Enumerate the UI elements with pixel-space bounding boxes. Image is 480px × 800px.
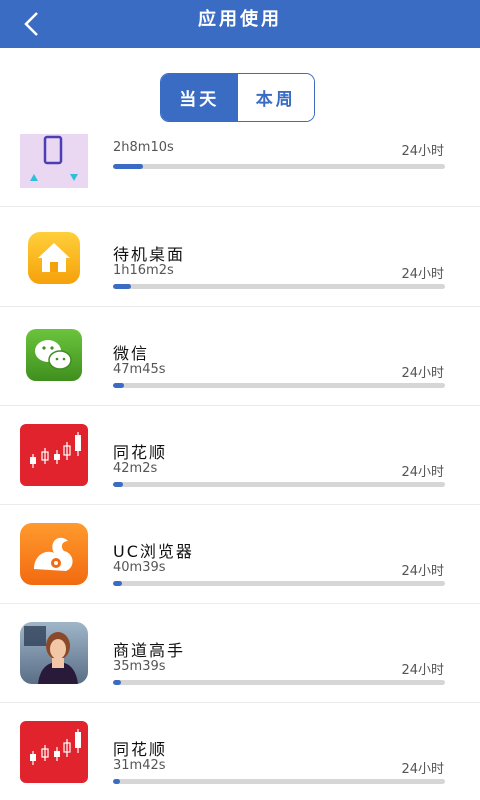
shangdao-game-icon [20,622,88,684]
usage-time: 40m39s [113,560,166,575]
tonghuashun-icon [20,424,88,486]
app-name: 同花顺 [113,443,168,462]
wechat-icon [26,329,82,381]
usage-time: 42m2s [113,461,158,476]
usage-progress-fill [113,383,124,388]
usage-time: 31m42s [113,758,166,773]
usage-max: 24小时 [401,267,444,282]
usage-progress-bar [113,383,445,388]
usage-progress-bar [113,164,445,169]
usage-max: 24小时 [401,366,444,381]
app-usage-list[interactable]: 2h8m10s 24小时 待机桌面 1h16m2s 24小时 微信 47m45s… [0,134,480,800]
tab-this-week[interactable]: 本周 [237,74,314,121]
usage-max: 24小时 [401,564,444,579]
tab-today[interactable]: 当天 [161,74,238,121]
usage-time: 47m45s [113,362,166,377]
list-item[interactable]: 2h8m10s 24小时 [0,134,480,207]
home-launcher-icon [28,232,80,284]
usage-max: 24小时 [401,465,444,480]
app-header: 应用使用 [0,0,480,48]
usage-max: 24小时 [401,144,444,159]
app-name: UC浏览器 [113,542,194,561]
usage-max: 24小时 [401,762,444,777]
usage-progress-bar [113,779,445,784]
period-toggle: 当天 本周 [160,73,315,122]
app-name: 微信 [113,344,150,363]
list-item[interactable]: 微信 47m45s 24小时 [0,307,480,406]
list-item[interactable]: 同花顺 31m42s 24小时 [0,703,480,800]
usage-progress-bar [113,680,445,685]
usage-progress-fill [113,779,121,784]
usage-progress-bar [113,581,445,586]
phone-manager-icon [20,134,88,188]
usage-max: 24小时 [401,663,444,678]
app-name: 商道高手 [113,641,186,660]
app-name: 同花顺 [113,740,168,759]
app-name: 待机桌面 [113,245,186,264]
usage-progress-fill [113,164,143,169]
usage-progress-bar [113,284,445,289]
tonghuashun-icon [20,721,88,783]
page-title: 应用使用 [198,9,282,30]
usage-time: 35m39s [113,659,166,674]
list-item[interactable]: 同花顺 42m2s 24小时 [0,406,480,505]
usage-time: 1h16m2s [113,263,174,278]
list-item[interactable]: 商道高手 35m39s 24小时 [0,604,480,703]
usage-progress-fill [113,482,123,487]
usage-progress-bar [113,482,445,487]
usage-progress-fill [113,581,123,586]
list-item[interactable]: UC浏览器 40m39s 24小时 [0,505,480,604]
usage-progress-fill [113,680,122,685]
list-item[interactable]: 待机桌面 1h16m2s 24小时 [0,208,480,307]
uc-browser-icon [20,523,88,585]
usage-progress-fill [113,284,131,289]
usage-time: 2h8m10s [113,140,174,155]
